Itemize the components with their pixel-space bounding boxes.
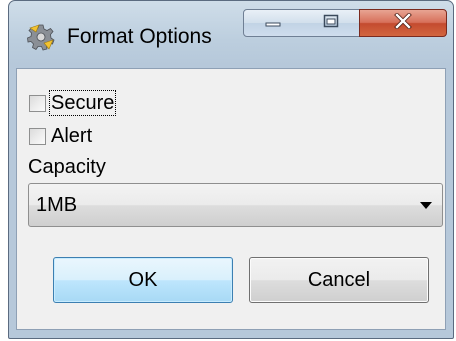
minimize-button[interactable] (243, 9, 303, 37)
alert-checkbox-row[interactable]: Alert (27, 123, 93, 149)
minimize-icon (264, 14, 282, 32)
gear-icon (27, 23, 55, 51)
window-title: Format Options (67, 25, 212, 48)
title-bar[interactable]: Format Options (9, 1, 453, 69)
format-options-window: Format Options Secure Alert Capacity 1MB… (8, 0, 454, 339)
alert-label[interactable]: Alert (50, 124, 93, 148)
maximize-icon (322, 13, 340, 34)
dialog-body: Secure Alert Capacity 1MB OK Cancel (16, 68, 446, 330)
cancel-button[interactable]: Cancel (249, 257, 429, 303)
capacity-dropdown[interactable]: 1MB (28, 183, 443, 227)
ok-button[interactable]: OK (53, 257, 233, 303)
maximize-button[interactable] (302, 9, 360, 37)
close-icon (393, 11, 413, 34)
chevron-down-icon[interactable] (420, 202, 432, 209)
capacity-selected-value: 1MB (36, 194, 78, 216)
secure-checkbox[interactable] (29, 94, 46, 112)
alert-checkbox[interactable] (29, 127, 46, 145)
capacity-label: Capacity (28, 156, 106, 178)
secure-checkbox-row[interactable]: Secure (27, 90, 117, 116)
secure-label[interactable]: Secure (48, 90, 117, 116)
close-button[interactable] (359, 9, 447, 37)
